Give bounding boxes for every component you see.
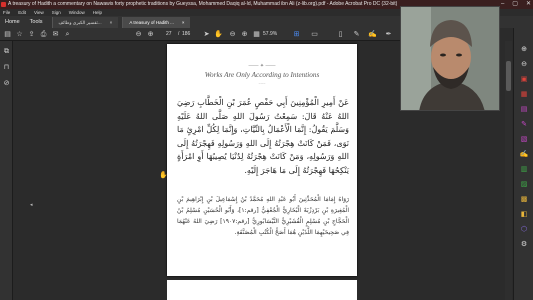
- chapter-title: Works Are Only According to Intentions: [204, 71, 320, 79]
- vertical-scrollbar[interactable]: [505, 41, 512, 300]
- presenter-video-icon: [401, 7, 499, 110]
- zoom-in-icon[interactable]: ⊕: [240, 30, 249, 39]
- page-number-input[interactable]: 27: [166, 31, 172, 38]
- mail-icon[interactable]: ✉: [51, 30, 60, 39]
- acrobat-window: A treasury of Hadith a commentary on Naw…: [0, 0, 533, 300]
- prepare-form-icon[interactable]: ◧: [519, 210, 529, 220]
- zoom-in-icon[interactable]: ⊕: [519, 45, 529, 55]
- hadith-text: عَنْ أَمِيرِ الْمُؤْمِنِينَ أَبِي حَفْصٍ…: [177, 98, 349, 175]
- menu-edit[interactable]: Edit: [18, 9, 26, 16]
- previous-page-icon[interactable]: ⊖: [134, 30, 143, 39]
- pen-icon[interactable]: ✎: [352, 30, 361, 39]
- document-tab-label: تفسير الكبرى وطائف...: [58, 20, 102, 25]
- maximize-button[interactable]: ▢: [512, 0, 518, 9]
- window-controls: – ▢ ✕: [501, 0, 531, 9]
- menu-view[interactable]: View: [34, 9, 44, 16]
- close-button[interactable]: ✕: [526, 0, 531, 9]
- document-tab-arabic[interactable]: تفسير الكبرى وطائف... ×: [51, 17, 119, 28]
- page-separator: /: [178, 31, 180, 37]
- document-tab-label: A treasury of Hadith ...: [129, 20, 174, 25]
- tab-tools[interactable]: Tools: [25, 16, 48, 28]
- select-cursor-icon[interactable]: ➤: [202, 30, 211, 39]
- page-display-icon[interactable]: ▭: [310, 30, 319, 39]
- webcam-overlay: [400, 6, 500, 111]
- page-ornament: ~~~: [258, 81, 266, 86]
- more-tools-icon[interactable]: ⚙: [519, 240, 529, 250]
- document-tab-treasury[interactable]: A treasury of Hadith ... ×: [122, 17, 191, 28]
- menu-window[interactable]: Window: [69, 9, 85, 16]
- send-for-review-icon[interactable]: ▨: [519, 180, 529, 190]
- protect-icon[interactable]: ▩: [519, 195, 529, 205]
- narration-text: رَوَاهُ إِمَامَا الْمُحَدِّثِينَ أَبُو ع…: [177, 196, 349, 236]
- comment-tool-icon[interactable]: ✎: [519, 120, 529, 130]
- page-ornament: —— ✦ ——: [248, 63, 276, 69]
- menu-help[interactable]: Help: [93, 9, 102, 16]
- highlight-icon[interactable]: ✍: [368, 30, 377, 39]
- close-tab-icon[interactable]: ×: [182, 17, 185, 28]
- window-title: A treasury of Hadith a commentary on Naw…: [8, 1, 398, 7]
- acrobat-logo-icon: [1, 2, 6, 7]
- tools-pane: ⊕ ⊖ ▣ ▦ ▤ ✎ ▧ ✍ ▥ ▨ ▩ ◧ ⬡ ⚙: [513, 28, 533, 300]
- zoom-level[interactable]: 57.9%: [263, 31, 278, 38]
- zoom-out-icon[interactable]: ⊖: [519, 60, 529, 70]
- bookmark-icon[interactable]: ⊓: [2, 63, 11, 72]
- export-pdf-icon[interactable]: ▣: [519, 75, 529, 85]
- create-pdf-icon[interactable]: ▦: [519, 90, 529, 100]
- collapse-left-pane-icon[interactable]: ◂: [30, 202, 33, 208]
- scrollbar-thumb[interactable]: [506, 61, 511, 91]
- zoom-out-icon[interactable]: ⊖: [228, 30, 237, 39]
- organize-pages-icon[interactable]: ▧: [519, 135, 529, 145]
- pdf-page: —— ✦ —— Works Are Only According to Inte…: [167, 44, 357, 276]
- menu-file[interactable]: File: [3, 9, 10, 16]
- marquee-zoom-icon[interactable]: ▦: [252, 30, 261, 39]
- menu-sign[interactable]: Sign: [52, 9, 61, 16]
- left-navigation-pane: ⧉ ⊓ ⊘: [0, 41, 13, 300]
- page-total: 186: [182, 31, 191, 37]
- fill-sign-icon[interactable]: ✍: [519, 150, 529, 160]
- print-icon[interactable]: ⎙: [39, 30, 48, 39]
- minimize-button[interactable]: –: [501, 0, 504, 9]
- search-icon[interactable]: ⌕: [63, 30, 72, 39]
- edit-pdf-icon[interactable]: ▤: [519, 105, 529, 115]
- star-icon[interactable]: ☆: [15, 30, 24, 39]
- redact-icon[interactable]: ⬡: [519, 225, 529, 235]
- fit-page-icon[interactable]: ⊞: [292, 30, 301, 39]
- next-page-icon[interactable]: ⊕: [146, 30, 155, 39]
- main-toolbar: ▤ ☆ ⇪ ⎙ ✉ ⌕ ⊖ ⊕ 27 / 186 ➤ ✋ ⊖ ⊕ ▦ 57.9%…: [0, 28, 400, 41]
- comment-icon[interactable]: ▯: [336, 30, 345, 39]
- enhance-scans-icon[interactable]: ▥: [519, 165, 529, 175]
- attachment-icon[interactable]: ⊘: [2, 79, 11, 88]
- hand-tool-icon[interactable]: ✋: [214, 30, 223, 39]
- next-pdf-page: [167, 280, 357, 300]
- page-thumbnails-icon[interactable]: ⧉: [2, 47, 11, 56]
- upload-icon[interactable]: ⇪: [27, 30, 36, 39]
- tab-home[interactable]: Home: [0, 16, 25, 28]
- sign-icon[interactable]: ✒: [384, 30, 393, 39]
- save-icon[interactable]: ▤: [3, 30, 12, 39]
- close-tab-icon[interactable]: ×: [110, 17, 113, 28]
